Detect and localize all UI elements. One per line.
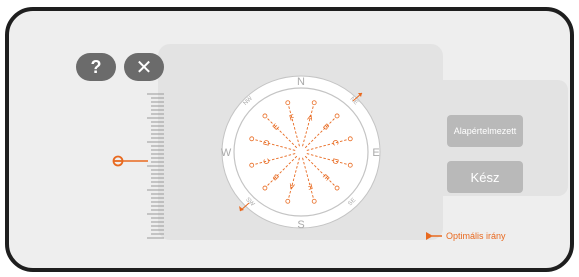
spoke-end xyxy=(249,162,255,168)
direction-arrow-icon xyxy=(426,232,442,240)
close-icon: ✕ xyxy=(135,56,153,79)
spoke-end xyxy=(347,162,353,168)
help-button[interactable]: ? xyxy=(76,53,116,81)
spoke-end xyxy=(285,198,291,204)
spoke-end xyxy=(334,185,340,191)
done-button[interactable]: Kész xyxy=(447,161,523,193)
ruler-slider-icon xyxy=(112,155,148,167)
spoke-end xyxy=(285,100,291,106)
compass-south: S xyxy=(297,219,304,230)
close-button[interactable]: ✕ xyxy=(124,53,164,81)
spoke-end xyxy=(334,113,340,119)
spoke-end xyxy=(311,198,317,204)
compass-east: E xyxy=(372,147,379,159)
compass-inner-ring xyxy=(233,87,369,217)
default-button[interactable]: Alapértelmezett xyxy=(447,115,523,147)
help-icon: ? xyxy=(90,56,102,77)
ruler-ticks xyxy=(147,93,164,239)
spoke-end xyxy=(347,136,353,142)
spoke-end xyxy=(262,185,268,191)
spoke-end xyxy=(262,113,268,119)
compass-west: W xyxy=(221,147,232,159)
legend-label: Optimális irány xyxy=(446,231,506,241)
compass-north: N xyxy=(297,76,305,88)
spoke-end xyxy=(249,136,255,142)
compass-dial[interactable]: N S E W NE NW SE SW ABCDEFABCDEF xyxy=(221,75,381,230)
legend: Optimális irány xyxy=(426,229,506,243)
spoke-end xyxy=(311,100,317,106)
ruler-slider[interactable] xyxy=(112,154,148,168)
